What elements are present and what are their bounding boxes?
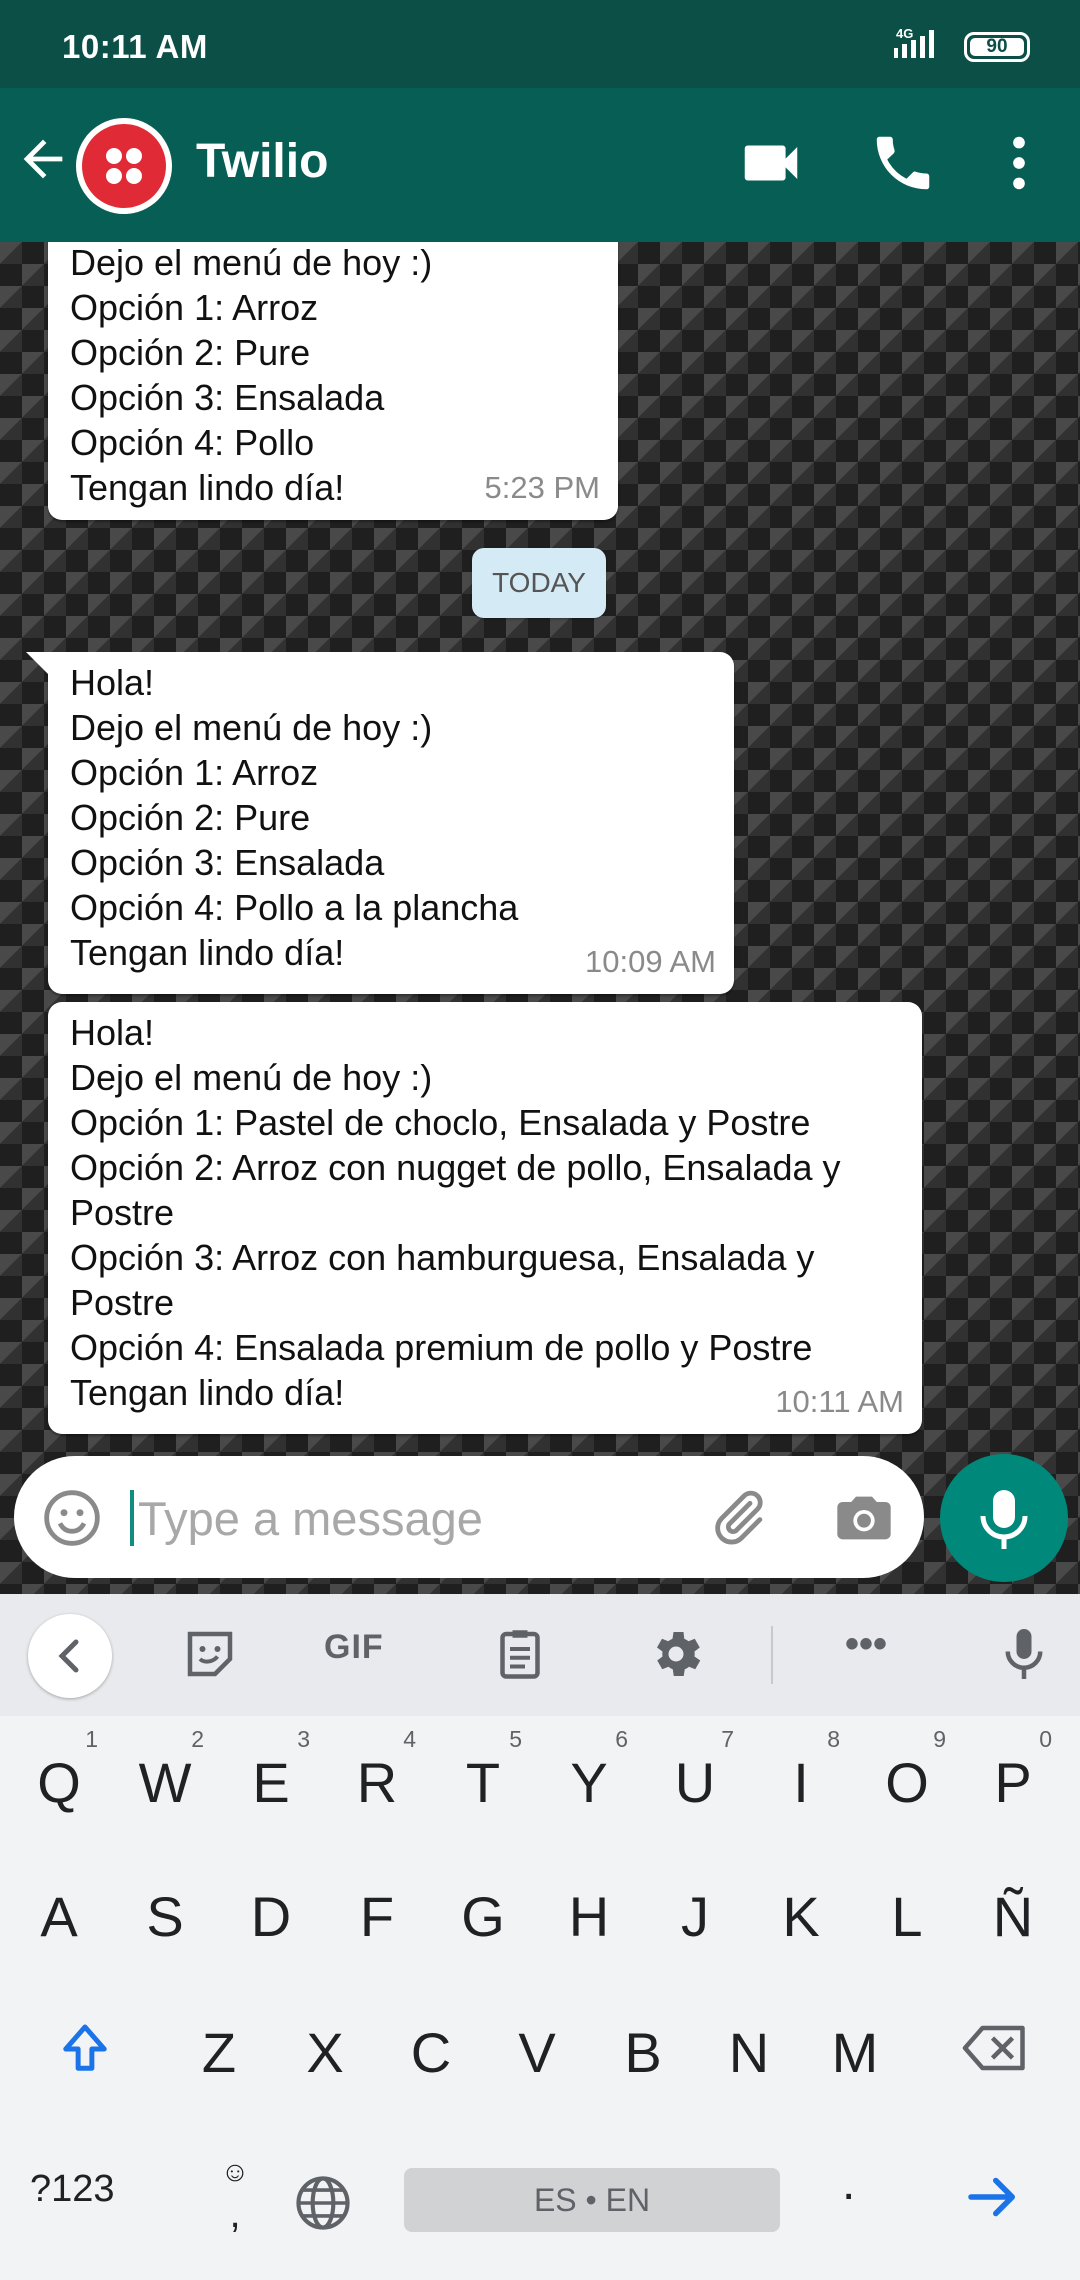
emoji-hint: ☺ — [220, 2156, 250, 2187]
key-z[interactable]: Z — [166, 1986, 272, 2106]
collapse-toolbar-button[interactable] — [28, 1614, 112, 1698]
message-composer — [14, 1456, 924, 1578]
key-x[interactable]: X — [272, 1986, 378, 2106]
contact-avatar[interactable] — [76, 118, 172, 214]
key-l[interactable]: L — [854, 1850, 960, 1970]
globe-icon[interactable] — [292, 2172, 354, 2234]
date-divider: TODAY — [472, 548, 606, 618]
status-bar: 10:11 AM 4G 90 — [0, 0, 1080, 88]
key-f[interactable]: F — [324, 1850, 430, 1970]
key-w[interactable]: 2W — [112, 1716, 218, 1836]
key-y[interactable]: 6Y — [536, 1716, 642, 1836]
message-text: Hola! Dejo el menú de hoy :) Opción 1: P… — [70, 1012, 841, 1413]
key-k[interactable]: K — [748, 1850, 854, 1970]
microphone-icon — [980, 1490, 1028, 1549]
chat-area[interactable]: Dejo el menú de hoy :) Opción 1: Arroz O… — [0, 242, 1080, 1594]
emoji-icon[interactable] — [40, 1486, 104, 1550]
phone-icon[interactable] — [868, 128, 938, 198]
keyboard: 1Q 2W 3E 4R 5T 6Y 7U 8I 9O 0P A S D F G … — [0, 1716, 1080, 2280]
key-c[interactable]: C — [378, 1986, 484, 2106]
keyboard-toolbar: GIF ••• — [0, 1594, 1080, 1716]
key-t[interactable]: 5T — [430, 1716, 536, 1836]
key-s[interactable]: S — [112, 1850, 218, 1970]
key-j[interactable]: J — [642, 1850, 748, 1970]
key-u[interactable]: 7U — [642, 1716, 748, 1836]
message-bubble[interactable]: Hola! Dejo el menú de hoy :) Opción 1: P… — [48, 1002, 922, 1434]
message-time: 10:09 AM — [585, 944, 716, 979]
key-d[interactable]: D — [218, 1850, 324, 1970]
key-i[interactable]: 8I — [748, 1716, 854, 1836]
text-caret — [130, 1490, 134, 1546]
key-h[interactable]: H — [536, 1850, 642, 1970]
settings-gear-icon[interactable] — [646, 1624, 706, 1684]
symbols-key[interactable]: ?123 — [30, 2168, 115, 2211]
chat-header: Twilio — [0, 88, 1080, 242]
voice-record-button[interactable] — [940, 1454, 1068, 1582]
enter-arrow-icon[interactable] — [960, 2164, 1026, 2230]
message-time: 10:11 AM — [775, 1384, 904, 1419]
shift-icon[interactable] — [52, 2016, 118, 2082]
gif-button[interactable]: GIF — [324, 1628, 384, 1667]
message-input[interactable] — [138, 1486, 698, 1550]
message-time: 5:23 PM — [484, 470, 600, 505]
space-key[interactable]: ES • EN — [404, 2168, 780, 2232]
key-n[interactable]: N — [696, 1986, 802, 2106]
key-m[interactable]: M — [802, 1986, 908, 2106]
key-e[interactable]: 3E — [218, 1716, 324, 1836]
back-arrow-icon[interactable] — [14, 130, 72, 188]
key-r[interactable]: 4R — [324, 1716, 430, 1836]
camera-icon[interactable] — [832, 1486, 896, 1550]
more-options-button[interactable]: ••• — [845, 1622, 887, 1667]
key-q[interactable]: 1Q — [6, 1716, 112, 1836]
status-time: 10:11 AM — [62, 28, 208, 65]
key-enye[interactable]: Ñ — [960, 1850, 1066, 1970]
battery-level: 90 — [986, 36, 1008, 57]
cellular-signal-icon: 4G — [890, 26, 950, 62]
key-b[interactable]: B — [590, 1986, 696, 2106]
key-p[interactable]: 0P — [960, 1716, 1066, 1836]
contact-name[interactable]: Twilio — [196, 134, 328, 189]
toolbar-divider — [771, 1626, 773, 1684]
video-call-icon[interactable] — [736, 128, 806, 198]
attach-icon[interactable] — [706, 1486, 770, 1550]
period-key[interactable]: . — [842, 2156, 855, 2211]
backspace-icon[interactable] — [960, 2018, 1030, 2078]
key-a[interactable]: A — [6, 1850, 112, 1970]
clipboard-icon[interactable] — [490, 1624, 550, 1684]
message-bubble[interactable]: Hola! Dejo el menú de hoy :) Opción 1: A… — [26, 652, 734, 994]
key-g[interactable]: G — [430, 1850, 536, 1970]
sticker-icon[interactable] — [180, 1624, 240, 1684]
message-bubble[interactable]: Dejo el menú de hoy :) Opción 1: Arroz O… — [48, 242, 618, 520]
key-v[interactable]: V — [484, 1986, 590, 2106]
key-o[interactable]: 9O — [854, 1716, 960, 1836]
voice-input-icon[interactable] — [994, 1624, 1054, 1684]
more-vert-icon[interactable] — [984, 128, 1054, 198]
message-text: Hola! Dejo el menú de hoy :) Opción 1: A… — [70, 662, 519, 973]
battery-icon: 90 — [964, 32, 1030, 62]
comma-key[interactable]: ☺ , — [210, 2156, 260, 2246]
